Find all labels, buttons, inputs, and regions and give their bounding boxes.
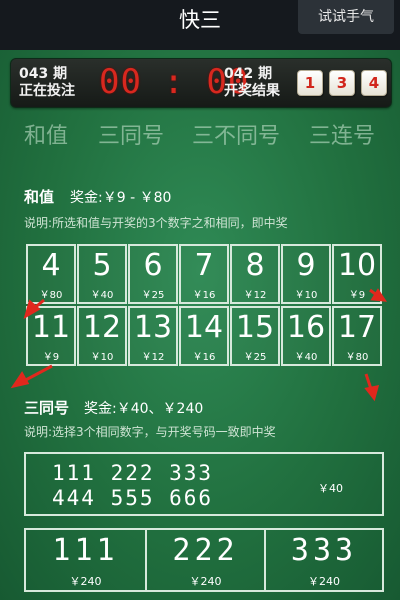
sum-cell-prize: ￥16 [192, 290, 216, 301]
sum-cell-11[interactable]: 11 ￥9 [26, 306, 76, 366]
triple-description: 说明:选择3个相同数字，与开奖号码一致即中奖 [24, 425, 276, 439]
sum-cell-8[interactable]: 8 ￥12 [230, 244, 280, 304]
sum-cell-prize: ￥9 [42, 352, 60, 363]
triple-all-row-1: 111 222 333 [52, 461, 214, 485]
sum-cell-prize: ￥40 [90, 290, 114, 301]
sum-description: 说明:所选和值与开奖的3个数字之和相同，即中奖 [24, 216, 288, 230]
period-bar: 043 期 正在投注 00 : 00 042 期 开奖结果 1 3 4 [10, 58, 392, 108]
sum-cell-16[interactable]: 16 ￥40 [281, 306, 331, 366]
triple-single-prize: ￥240 [69, 575, 102, 588]
result-die-1: 1 [297, 70, 323, 96]
sum-cell-prize: ￥12 [141, 352, 165, 363]
sum-cell-number: 12 [82, 310, 122, 345]
sum-cell-12[interactable]: 12 ￥10 [77, 306, 127, 366]
sum-cell-15[interactable]: 15 ￥25 [230, 306, 280, 366]
try-luck-button[interactable]: 试试手气 [298, 0, 394, 34]
triple-single-options: 111 ￥240 222 ￥240 333 ￥240 [24, 528, 384, 592]
sum-cell-prize: ￥80 [345, 352, 369, 363]
tab-three-different[interactable]: 三不同号 [192, 118, 280, 150]
sum-cell-number: 7 [194, 248, 214, 283]
sum-cell-number: 15 [235, 310, 275, 345]
result-die-2: 3 [329, 70, 355, 96]
sum-cell-prize: ￥12 [243, 290, 267, 301]
sum-cell-prize: ￥80 [39, 290, 63, 301]
triple-all-prize: ￥40 [318, 482, 343, 495]
sum-cell-13[interactable]: 13 ￥12 [128, 306, 178, 366]
sum-cell-5[interactable]: 5 ￥40 [77, 244, 127, 304]
triple-single-333[interactable]: 333 ￥240 [266, 530, 382, 590]
triple-single-prize: ￥240 [189, 575, 222, 588]
sum-section-title: 和值 [24, 188, 55, 206]
sum-cell-number: 17 [337, 310, 377, 345]
sum-cell-prize: ￥10 [90, 352, 114, 363]
sum-cell-7[interactable]: 7 ￥16 [179, 244, 229, 304]
sum-cell-9[interactable]: 9 ￥10 [281, 244, 331, 304]
tab-sum[interactable]: 和值 [24, 118, 68, 150]
sum-cell-prize: ￥40 [294, 352, 318, 363]
triple-all-row-2: 444 555 666 [52, 486, 214, 510]
sum-cell-4[interactable]: 4 ￥80 [26, 244, 76, 304]
tab-triple[interactable]: 三同号 [98, 118, 164, 150]
sum-cell-number: 5 [92, 248, 112, 283]
triple-section-title: 三同号 [24, 399, 70, 417]
sum-cell-number: 10 [337, 248, 377, 283]
sum-cell-number: 9 [296, 248, 316, 283]
triple-all-option[interactable]: 111 222 333 444 555 666 ￥40 [24, 452, 384, 516]
sum-cell-prize: ￥25 [243, 352, 267, 363]
current-status: 正在投注 [19, 83, 75, 99]
sum-cell-number: 14 [184, 310, 224, 345]
sum-cell-number: 6 [143, 248, 163, 283]
previous-result-label: 开奖结果 [224, 83, 280, 99]
triple-single-111[interactable]: 111 ￥240 [26, 530, 147, 590]
sum-cell-prize: ￥10 [294, 290, 318, 301]
play-type-tabs: 和值 三同号 三不同号 三连号 [0, 118, 400, 154]
sum-cell-17[interactable]: 17 ￥80 [332, 306, 382, 366]
sum-cell-prize: ￥25 [141, 290, 165, 301]
triple-single-number: 333 [290, 533, 358, 568]
tab-three-consecutive[interactable]: 三连号 [309, 118, 375, 150]
triple-single-prize: ￥240 [308, 575, 340, 588]
sum-cell-number: 13 [133, 310, 173, 345]
sum-cell-number: 4 [41, 248, 61, 283]
previous-issue: 042 期 [224, 66, 273, 82]
sum-cell-prize: ￥16 [192, 352, 216, 363]
triple-prize: 奖金:￥40、￥240 [84, 401, 204, 417]
triple-single-number: 111 [52, 533, 119, 568]
triple-single-number: 222 [172, 533, 239, 568]
sum-cell-10[interactable]: 10 ￥9 [332, 244, 382, 304]
triple-single-222[interactable]: 222 ￥240 [147, 530, 266, 590]
sum-cell-number: 16 [286, 310, 326, 345]
sum-cell-14[interactable]: 14 ￥16 [179, 306, 229, 366]
sum-cell-number: 11 [31, 310, 71, 345]
sum-cell-6[interactable]: 6 ￥25 [128, 244, 178, 304]
sum-cell-prize: ￥9 [348, 290, 366, 301]
result-die-3: 4 [361, 70, 387, 96]
sum-cell-number: 8 [245, 248, 265, 283]
current-issue: 043 期 [19, 66, 68, 82]
sum-prize: 奖金:￥9 - ￥80 [70, 190, 172, 206]
